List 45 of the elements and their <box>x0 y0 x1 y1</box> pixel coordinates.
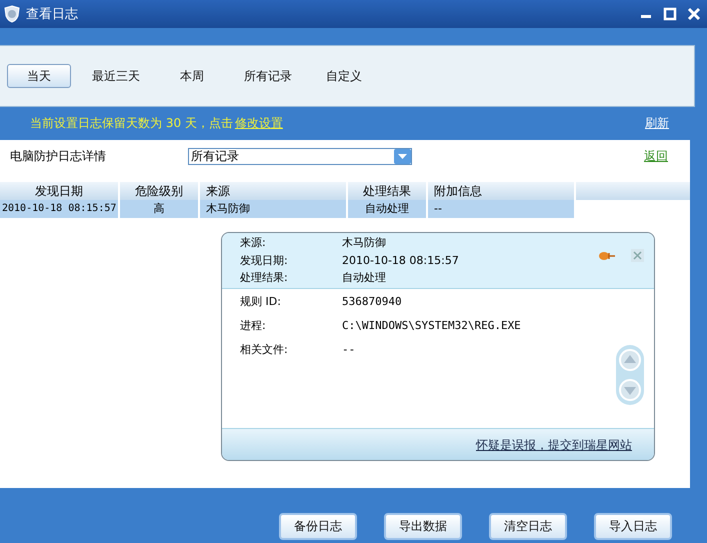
table-row[interactable]: 2010-10-18 08:15:57 高 木马防御 自动处理 -- <box>0 200 690 218</box>
refresh-link[interactable]: 刷新 <box>645 115 669 132</box>
table-cell: -- <box>428 200 576 218</box>
action-button[interactable]: 导出数据 <box>384 513 462 540</box>
column-header[interactable]: 附加信息 <box>428 182 576 200</box>
shield-icon <box>4 5 20 23</box>
report-link[interactable]: 怀疑是误报，提交到瑞星网站 <box>476 437 632 454</box>
column-header[interactable]: 处理结果 <box>348 182 428 200</box>
field-value: 木马防御 <box>342 236 387 251</box>
tab[interactable]: 最近三天 <box>79 64 153 88</box>
close-icon[interactable] <box>687 7 701 21</box>
section-title: 电脑防护日志详情 <box>10 148 107 164</box>
table-cell: 高 <box>120 200 200 218</box>
tab[interactable]: 本周 <box>161 64 223 88</box>
field-label: 处理结果: <box>240 271 289 286</box>
table-cell: 木马防御 <box>200 200 348 218</box>
window-title: 查看日志 <box>26 6 78 23</box>
column-header[interactable]: 发现日期 <box>0 182 120 200</box>
column-header[interactable]: 来源 <box>200 182 348 200</box>
field-label: 相关文件: <box>240 343 289 357</box>
action-button[interactable]: 清空日志 <box>489 513 567 540</box>
field-value: 2010-10-18 08:15:57 <box>342 254 459 269</box>
action-button[interactable]: 备份日志 <box>279 513 357 540</box>
tab[interactable]: 当天 <box>7 64 71 88</box>
action-button[interactable]: 导入日志 <box>594 513 672 540</box>
pin-icon[interactable] <box>598 250 616 262</box>
maximize-icon[interactable] <box>663 7 677 21</box>
filter-dropdown[interactable]: 所有记录 <box>188 148 412 164</box>
field-value: C:\WINDOWS\SYSTEM32\REG.EXE <box>342 319 522 333</box>
field-label: 进程: <box>240 319 267 333</box>
scroll-down-icon[interactable] <box>619 379 641 401</box>
notice-text: 当前设置日志保留天数为 30 天，点击 修改设置 <box>30 115 283 132</box>
tab[interactable]: 自定义 <box>313 64 375 88</box>
table-cell: 自动处理 <box>348 200 428 218</box>
back-link[interactable]: 返回 <box>644 148 668 164</box>
tab[interactable]: 所有记录 <box>231 64 305 88</box>
field-value: 自动处理 <box>342 271 387 286</box>
field-label: 发现日期: <box>240 254 289 269</box>
scroll-up-icon[interactable] <box>619 349 641 371</box>
table-cell: 2010-10-18 08:15:57 <box>0 200 120 218</box>
field-value: -- <box>342 343 356 357</box>
column-header[interactable]: 危险级别 <box>120 182 200 200</box>
field-label: 来源: <box>240 236 267 251</box>
field-value: 536870940 <box>342 295 403 309</box>
field-label: 规则 ID: <box>240 295 282 309</box>
